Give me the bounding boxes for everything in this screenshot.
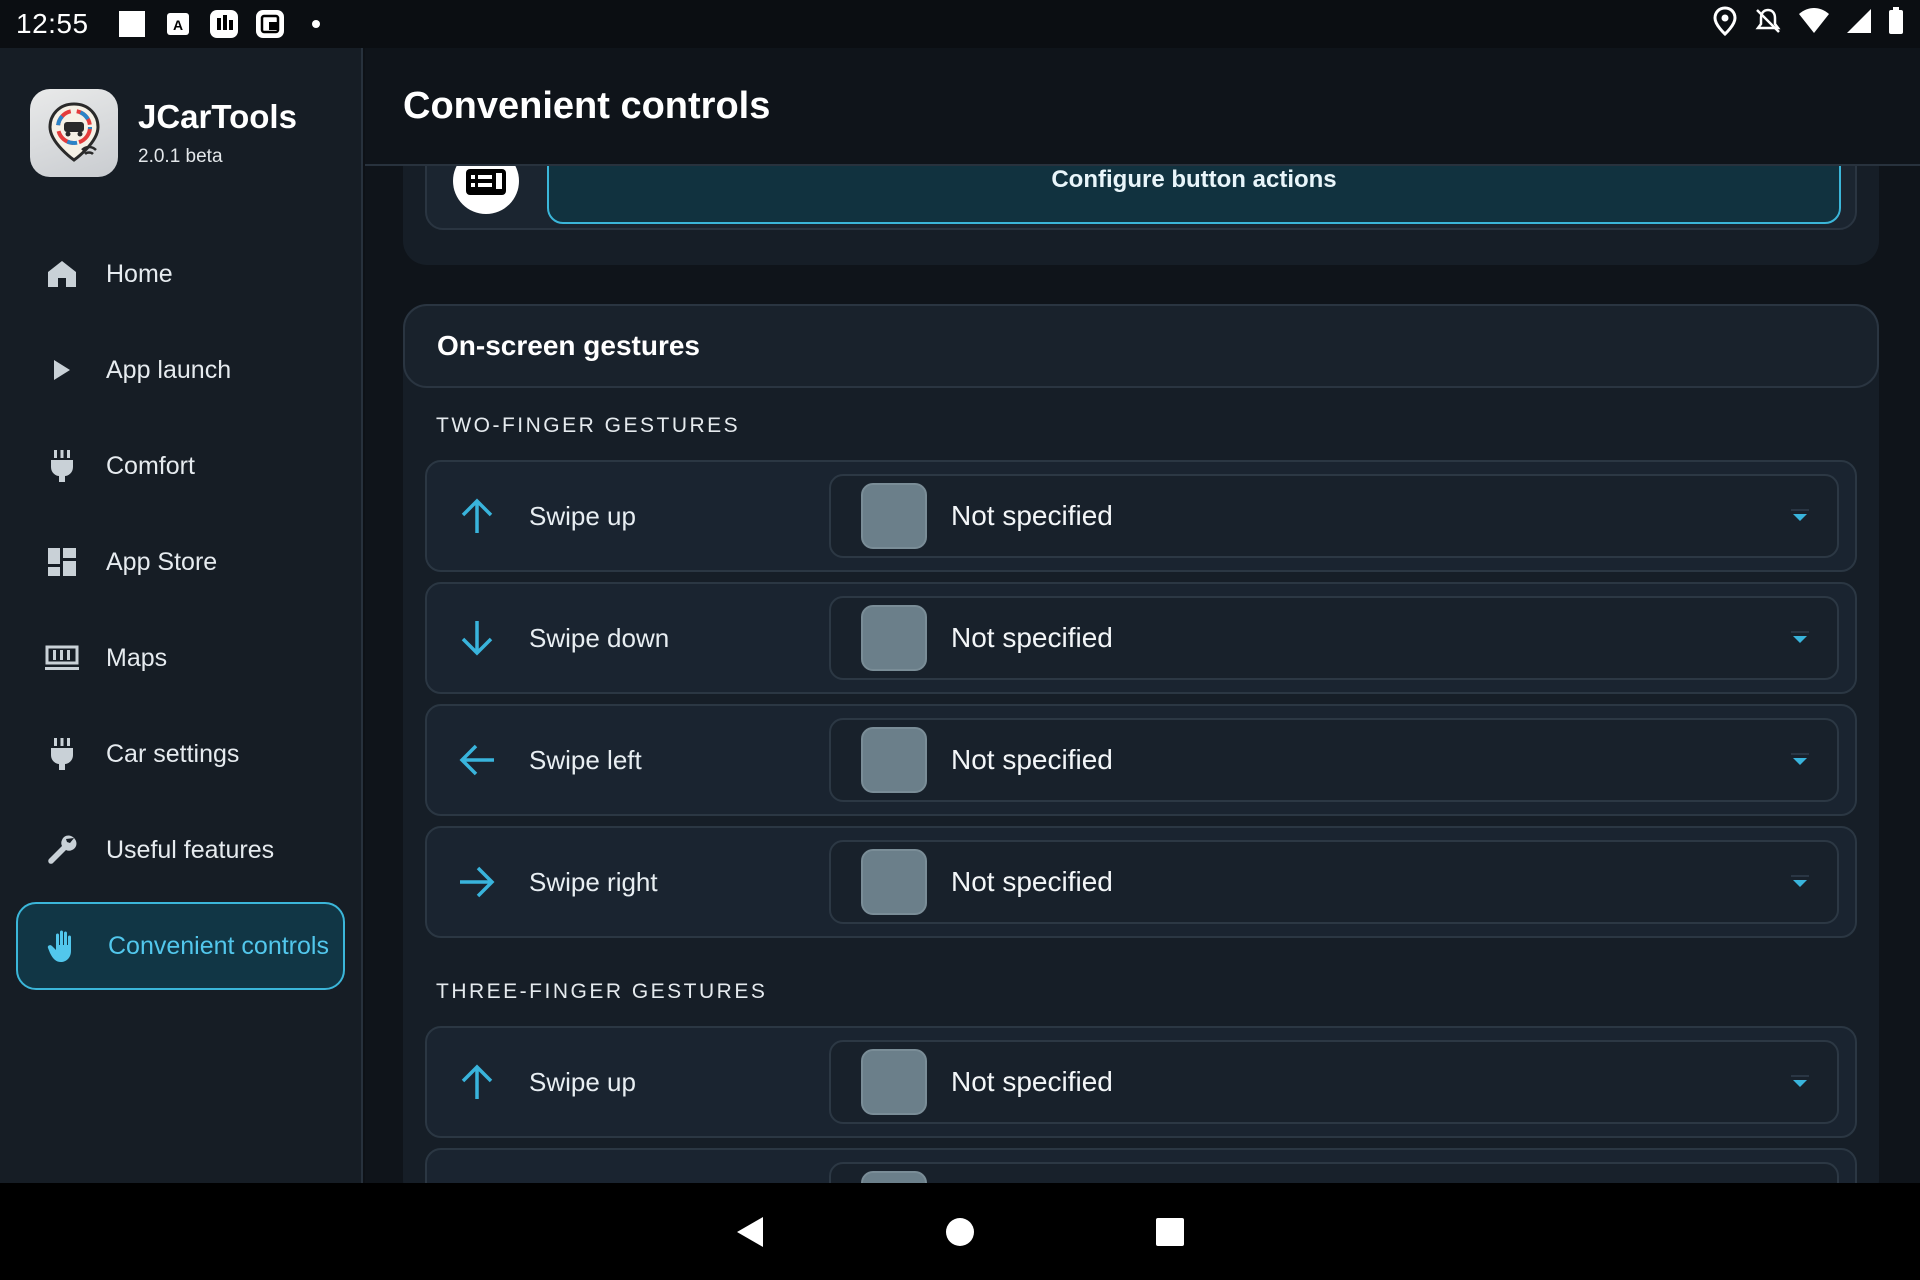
chevron-down-icon <box>1789 506 1811 526</box>
on-screen-gestures-card: On-screen gestures TWO-FINGER GESTURES S… <box>403 304 1879 1183</box>
gesture-row <box>425 1148 1857 1183</box>
more-notifications-icon <box>301 9 331 39</box>
chevron-down-icon <box>1789 872 1811 892</box>
arrow-right-icon <box>453 858 501 906</box>
plug-icon <box>44 448 80 484</box>
notification-icon <box>117 9 147 39</box>
gesture-action-dropdown[interactable]: Not specified <box>829 718 1839 802</box>
notifications-off-icon <box>1754 7 1782 42</box>
gesture-row: Swipe right Not specified <box>425 826 1857 938</box>
sidebar-item-label: App Store <box>106 547 218 576</box>
sidebar-item-label: Comfort <box>106 451 195 480</box>
home-icon <box>44 256 80 292</box>
notification-icon: A <box>163 9 193 39</box>
gesture-row: Swipe up Not specified <box>425 460 1857 572</box>
top-app-bar: Convenient controls <box>365 48 1920 166</box>
sidebar-item-label: Home <box>106 259 173 288</box>
dropdown-value: Not specified <box>951 1066 1113 1097</box>
action-app-icon-placeholder <box>861 1171 927 1183</box>
notification-icon <box>255 9 285 39</box>
dropdown-value: Not specified <box>951 622 1113 653</box>
app-logo <box>30 89 118 177</box>
sidebar-item-maps[interactable]: Maps <box>16 614 345 702</box>
sidebar-item-label: Convenient controls <box>108 931 329 960</box>
app-version: 2.0.1 beta <box>138 146 223 167</box>
dashboard-icon <box>44 544 80 580</box>
sidebar: JCarTools 2.0.1 beta Home App launch Com… <box>0 48 363 1183</box>
sidebar-item-convenient-controls[interactable]: Convenient controls <box>16 902 345 990</box>
arrow-up-icon <box>453 1058 501 1106</box>
dropdown-value: Not specified <box>951 866 1113 897</box>
location-icon <box>1712 5 1738 43</box>
sidebar-item-comfort[interactable]: Comfort <box>16 422 345 510</box>
notification-icon <box>209 9 239 39</box>
hand-icon <box>46 928 82 964</box>
wrench-icon <box>44 832 80 868</box>
group-label: THREE-FINGER GESTURES <box>436 980 768 1003</box>
gesture-label: Swipe right <box>529 866 658 897</box>
gesture-action-dropdown[interactable] <box>829 1162 1839 1183</box>
status-bar: 12:55 A <box>0 0 1920 48</box>
gesture-action-dropdown[interactable]: Not specified <box>829 1040 1839 1124</box>
arrow-up-icon <box>453 492 501 540</box>
sidebar-item-label: App launch <box>106 355 232 384</box>
battery-icon <box>1888 6 1904 42</box>
chevron-down-icon <box>1789 628 1811 648</box>
sidebar-item-useful-features[interactable]: Useful features <box>16 806 345 894</box>
sidebar-nav: Home App launch Comfort App Store Maps C… <box>0 230 361 998</box>
arrow-down-icon <box>453 614 501 662</box>
sidebar-item-app-launch[interactable]: App launch <box>16 326 345 414</box>
recents-icon[interactable] <box>1150 1212 1190 1252</box>
sidebar-item-label: Car settings <box>106 739 240 768</box>
section-header: On-screen gestures <box>403 304 1879 388</box>
sidebar-item-car-settings[interactable]: Car settings <box>16 710 345 798</box>
sidebar-item-label: Useful features <box>106 835 275 864</box>
chevron-down-icon <box>1789 1072 1811 1092</box>
svg-text:A: A <box>173 17 183 33</box>
arrow-left-icon <box>453 736 501 784</box>
signal-icon <box>1846 8 1872 41</box>
plug-icon <box>44 736 80 772</box>
app-name: JCarTools <box>138 98 297 135</box>
system-navigation-bar <box>0 1183 1920 1280</box>
gesture-label: Swipe up <box>529 500 636 531</box>
sidebar-item-label: Maps <box>106 643 168 672</box>
back-icon[interactable] <box>730 1212 770 1252</box>
action-app-icon-placeholder <box>861 849 927 915</box>
section-title: On-screen gestures <box>437 330 700 361</box>
action-app-icon-placeholder <box>861 605 927 671</box>
dropdown-value: Not specified <box>951 500 1113 531</box>
page-title: Convenient controls <box>403 84 771 127</box>
gesture-label: Swipe down <box>529 622 670 653</box>
home-button-icon[interactable] <box>940 1212 980 1252</box>
wifi-icon <box>1798 7 1830 41</box>
chevron-down-icon <box>1789 750 1811 770</box>
dropdown-value: Not specified <box>951 744 1113 775</box>
action-app-icon-placeholder <box>861 483 927 549</box>
gesture-row: Swipe up Not specified <box>425 1026 1857 1138</box>
main-content: Convenient controls Configure button act… <box>365 48 1920 1183</box>
app-header: JCarTools 2.0.1 beta <box>0 48 361 188</box>
action-app-icon-placeholder <box>861 727 927 793</box>
gesture-row: Swipe down Not specified <box>425 582 1857 694</box>
map-icon <box>44 640 80 676</box>
sidebar-item-app-store[interactable]: App Store <box>16 518 345 606</box>
action-app-icon-placeholder <box>861 1049 927 1115</box>
gesture-label: Swipe up <box>529 1066 636 1097</box>
gesture-row: Swipe left Not specified <box>425 704 1857 816</box>
gesture-action-dropdown[interactable]: Not specified <box>829 840 1839 924</box>
gesture-action-dropdown[interactable]: Not specified <box>829 474 1839 558</box>
play-icon <box>44 352 80 388</box>
gesture-label: Swipe left <box>529 744 642 775</box>
gesture-action-dropdown[interactable]: Not specified <box>829 596 1839 680</box>
status-time: 12:55 <box>16 8 89 39</box>
group-label: TWO-FINGER GESTURES <box>436 414 741 437</box>
sidebar-item-home[interactable]: Home <box>16 230 345 318</box>
